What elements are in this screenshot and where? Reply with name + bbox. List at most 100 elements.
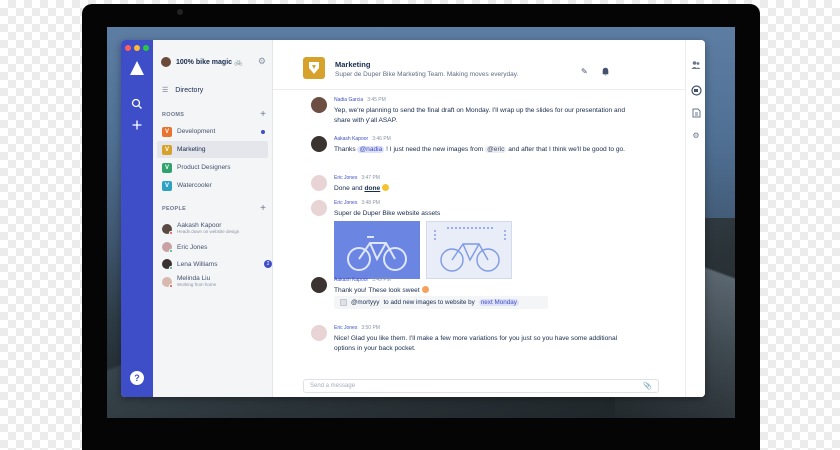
avatar xyxy=(311,200,327,216)
room-label: Product Designers xyxy=(177,164,231,171)
message-text: Thank you! These look sweet xyxy=(334,286,634,296)
settings-gear-icon[interactable]: ⚙ xyxy=(258,56,266,67)
maximize-window-button[interactable] xyxy=(143,45,149,51)
rooms-sidebar: 100% bike magic 🚲 ⚙ ☰ Directory ROOMS + … xyxy=(153,40,273,397)
add-person-plus-icon[interactable]: + xyxy=(260,204,266,214)
message-meta: Eric Jones 3:50 PM xyxy=(334,325,380,331)
team-switcher[interactable]: 100% bike magic 🚲 xyxy=(161,57,243,67)
team-avatar xyxy=(161,57,171,67)
bold-link[interactable]: done xyxy=(364,185,380,192)
heart-eyes-emoji-icon xyxy=(421,286,429,293)
bike-image-attachment[interactable] xyxy=(334,221,420,279)
chat-panel: Marketing Super de Duper Bike Marketing … xyxy=(273,40,685,397)
person-name: Melinda Liu xyxy=(177,275,211,282)
room-label: Marketing xyxy=(177,146,206,153)
right-sidebar: ⚙ xyxy=(685,40,705,397)
attach-paperclip-icon[interactable]: 📎 xyxy=(643,382,652,390)
members-icon[interactable] xyxy=(690,60,702,72)
person-item-eric[interactable]: Eric Jones xyxy=(162,242,272,253)
message-text: Super de Duper Bike website assets xyxy=(334,210,441,217)
person-item-aakash[interactable]: Aakash Kapoor Heads down on website desi… xyxy=(162,222,272,235)
message-author[interactable]: Aakash Kapoor xyxy=(334,136,368,142)
task-assignee[interactable]: @mortyyy xyxy=(351,299,379,306)
message-meta: Nadia Garcia 3:45 PM xyxy=(334,97,386,103)
unread-dot xyxy=(261,129,265,134)
help-icon[interactable]: ? xyxy=(130,371,144,385)
room-settings-gear-icon[interactable]: ⚙ xyxy=(690,130,702,142)
room-header: Marketing Super de Duper Bike Marketing … xyxy=(273,40,685,90)
avatar xyxy=(311,175,327,191)
message-author[interactable]: Eric Jones xyxy=(334,325,357,331)
person-item-melinda[interactable]: Melinda Liu Working from home xyxy=(162,275,272,288)
video-call-icon[interactable] xyxy=(690,85,702,97)
team-name: 100% bike magic 🚲 xyxy=(176,59,243,66)
smile-emoji-icon xyxy=(382,184,390,191)
mention-nadia[interactable]: @nadia xyxy=(357,146,385,153)
directory-label: Directory xyxy=(175,86,204,94)
message-time: 3:45 PM xyxy=(367,97,386,103)
room-icon: V xyxy=(162,126,172,137)
avatar xyxy=(311,325,327,341)
list-icon: ☰ xyxy=(162,87,169,94)
task-checkbox[interactable] xyxy=(340,299,347,306)
message-time: 3:48 PM xyxy=(361,200,380,206)
message-composer[interactable]: Send a message 📎 xyxy=(303,379,659,393)
room-item-marketing[interactable]: V Marketing xyxy=(157,141,268,158)
room-icon: V xyxy=(162,180,172,191)
person-name: Lena Williams xyxy=(177,260,218,268)
text-segment: ! I just need the new images from xyxy=(384,146,486,153)
laptop-screen: ? 100% bike magic 🚲 ⚙ ☰ Directory ROOMS … xyxy=(107,27,735,418)
room-item-development[interactable]: V Development xyxy=(157,123,268,140)
text-segment: Thanks xyxy=(334,146,358,153)
message-author[interactable]: Aakash Kapoor xyxy=(334,277,368,283)
message-author[interactable]: Eric Jones xyxy=(334,175,357,181)
message-meta: Eric Jones 3:47 PM xyxy=(334,175,380,181)
mention-eric[interactable]: @eric xyxy=(485,146,507,153)
message-time: 3:50 PM xyxy=(361,325,380,331)
directory-link[interactable]: ☰ Directory xyxy=(162,86,204,95)
text-segment: and after that I think we'll be good to … xyxy=(506,146,625,153)
add-room-plus-icon[interactable]: + xyxy=(260,110,266,120)
composer-placeholder: Send a message xyxy=(310,383,356,389)
room-label: Development xyxy=(177,128,216,135)
person-name: Eric Jones xyxy=(177,243,208,251)
avatar xyxy=(162,276,173,288)
message-time: 3:49 PM xyxy=(372,277,391,283)
search-icon[interactable] xyxy=(130,98,144,112)
close-window-button[interactable] xyxy=(125,45,131,51)
files-icon[interactable] xyxy=(690,108,702,120)
bike-sketch-attachment[interactable] xyxy=(426,221,512,279)
message-author[interactable]: Nadia Garcia xyxy=(334,97,363,103)
edit-pencil-icon[interactable]: ✎ xyxy=(581,67,588,76)
task-due-date[interactable]: next Monday xyxy=(478,299,519,306)
message-text: Thanks @nadia ! I just need the new imag… xyxy=(334,145,634,155)
presence-icon xyxy=(169,283,173,288)
window-controls xyxy=(125,45,149,51)
avatar xyxy=(311,277,327,293)
notification-bell-icon[interactable] xyxy=(601,67,610,78)
presence-icon xyxy=(169,230,173,235)
message-author[interactable]: Eric Jones xyxy=(334,200,357,206)
person-item-lena[interactable]: Lena Williams 2 xyxy=(162,259,272,270)
message-time: 3:46 PM xyxy=(372,136,391,142)
task-text: to add new images to website by xyxy=(383,299,475,306)
person-name: Aakash Kapoor xyxy=(177,222,222,229)
room-item-product-designers[interactable]: V Product Designers xyxy=(157,159,268,176)
text-segment: Thank you! These look sweet xyxy=(334,287,420,294)
minimize-window-button[interactable] xyxy=(134,45,140,51)
avatar xyxy=(311,136,327,152)
avatar xyxy=(162,223,173,235)
avatar xyxy=(162,242,173,253)
message-meta: Aakash Kapoor 3:49 PM xyxy=(334,277,391,283)
room-title: Marketing xyxy=(335,60,371,69)
message-text: Yep, we're planning to send the final dr… xyxy=(334,107,625,124)
message-meta: Aakash Kapoor 3:46 PM xyxy=(334,136,391,142)
message-time: 3:47 PM xyxy=(361,175,380,181)
create-plus-icon[interactable] xyxy=(130,119,144,133)
room-topic: Super de Duper Bike Marketing Team. Maki… xyxy=(335,71,519,78)
room-item-watercooler[interactable]: V Watercooler xyxy=(157,177,268,194)
atlassian-logo-icon[interactable] xyxy=(128,60,146,76)
room-label: Watercooler xyxy=(177,182,212,189)
action-item[interactable]: @mortyyy to add new images to website by… xyxy=(334,296,548,309)
message-text: Done and done xyxy=(334,184,634,194)
